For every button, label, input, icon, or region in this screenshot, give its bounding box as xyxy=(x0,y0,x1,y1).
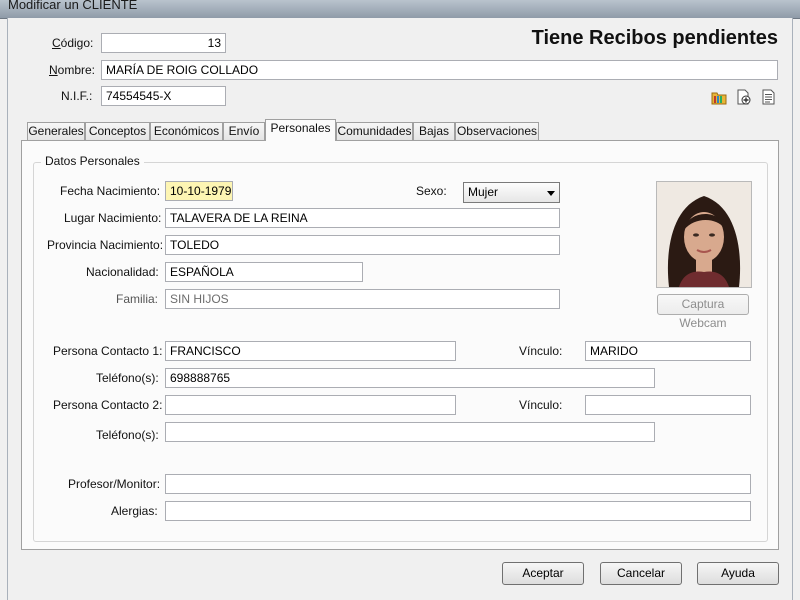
telefono-2-label: Teléfono(s): xyxy=(96,428,159,442)
tab-comunidades[interactable]: Comunidades xyxy=(336,122,413,140)
tab-envio[interactable]: Envío xyxy=(223,122,265,140)
vinculo-1-field[interactable]: MARIDO xyxy=(585,341,751,361)
cancelar-button[interactable]: Cancelar xyxy=(600,562,682,585)
familia-field[interactable]: SIN HIJOS xyxy=(165,289,560,309)
telefono-1-label: Teléfono(s): xyxy=(96,371,159,385)
client-photo xyxy=(656,181,752,288)
aceptar-button[interactable]: Aceptar xyxy=(502,562,584,585)
telefono-1-field[interactable]: 698888765 xyxy=(165,368,655,388)
alergias-field[interactable] xyxy=(165,501,751,521)
vinculo-1-label: Vínculo: xyxy=(519,344,563,358)
lugar-nacimiento-field[interactable]: TALAVERA DE LA REINA xyxy=(165,208,560,228)
report-icon[interactable] xyxy=(760,89,776,105)
nombre-label: Nombre: xyxy=(49,63,96,77)
persona-contacto-1-label: Persona Contacto 1: xyxy=(53,344,163,358)
vinculo-2-label: Vínculo: xyxy=(519,398,563,412)
sexo-selected-value: Mujer xyxy=(468,185,499,199)
portrait-image xyxy=(657,182,751,287)
tab-observaciones[interactable]: Observaciones xyxy=(455,122,539,140)
sexo-select[interactable]: Mujer xyxy=(463,182,560,203)
nacionalidad-label: Nacionalidad: xyxy=(86,265,159,279)
tab-generales[interactable]: Generales xyxy=(27,122,85,140)
client-edit-window: Modificar un CLIENTE Código: 13 Nombre: … xyxy=(0,0,800,600)
familia-label: Familia: xyxy=(116,292,159,306)
captura-webcam-button[interactable]: Captura Webcam xyxy=(657,294,749,330)
nacionalidad-field[interactable]: ESPAÑOLA xyxy=(165,262,363,282)
tab-personales[interactable]: Personales xyxy=(265,119,336,141)
fecha-nacimiento-label: Fecha Nacimiento: xyxy=(60,184,161,198)
tab-bajas[interactable]: Bajas xyxy=(413,122,455,140)
alergias-label: Alergias: xyxy=(111,504,158,518)
title-bar[interactable]: Modificar un CLIENTE xyxy=(0,0,800,19)
nombre-field[interactable]: MARÍA DE ROIG COLLADO xyxy=(101,60,778,80)
profesor-monitor-label: Profesor/Monitor: xyxy=(68,477,161,491)
nombre-label-rest: ombre: xyxy=(57,63,96,77)
chevron-down-icon xyxy=(547,191,555,196)
nif-field[interactable]: 74554545-X xyxy=(101,86,226,106)
add-document-icon[interactable] xyxy=(735,89,751,105)
lugar-nacimiento-label: Lugar Nacimiento: xyxy=(64,211,162,225)
tab-conceptos[interactable]: Conceptos xyxy=(85,122,150,140)
provincia-nacimiento-label: Provincia Nacimiento: xyxy=(47,238,164,252)
nif-label: N.I.F.: xyxy=(61,89,93,103)
window-title: Modificar un CLIENTE xyxy=(8,0,138,12)
personal-data-group-title: Datos Personales xyxy=(41,154,144,168)
folder-icon[interactable] xyxy=(711,89,727,105)
sexo-label: Sexo: xyxy=(416,184,447,198)
provincia-nacimiento-field[interactable]: TOLEDO xyxy=(165,235,560,255)
codigo-label-rest: ódigo: xyxy=(60,36,94,50)
ayuda-button[interactable]: Ayuda xyxy=(697,562,779,585)
codigo-label: Código: xyxy=(52,36,94,50)
pending-receipts-status: Tiene Recibos pendientes xyxy=(531,27,778,49)
profesor-monitor-field[interactable] xyxy=(165,474,751,494)
codigo-field[interactable]: 13 xyxy=(101,33,226,53)
persona-contacto-2-label: Persona Contacto 2: xyxy=(53,398,163,412)
telefono-2-field[interactable] xyxy=(165,422,655,442)
tab-economicos[interactable]: Económicos xyxy=(150,122,223,140)
fecha-nacimiento-field[interactable]: 10-10-1979 xyxy=(165,181,233,201)
persona-contacto-2-field[interactable] xyxy=(165,395,456,415)
persona-contacto-1-field[interactable]: FRANCISCO xyxy=(165,341,456,361)
vinculo-2-field[interactable] xyxy=(585,395,751,415)
